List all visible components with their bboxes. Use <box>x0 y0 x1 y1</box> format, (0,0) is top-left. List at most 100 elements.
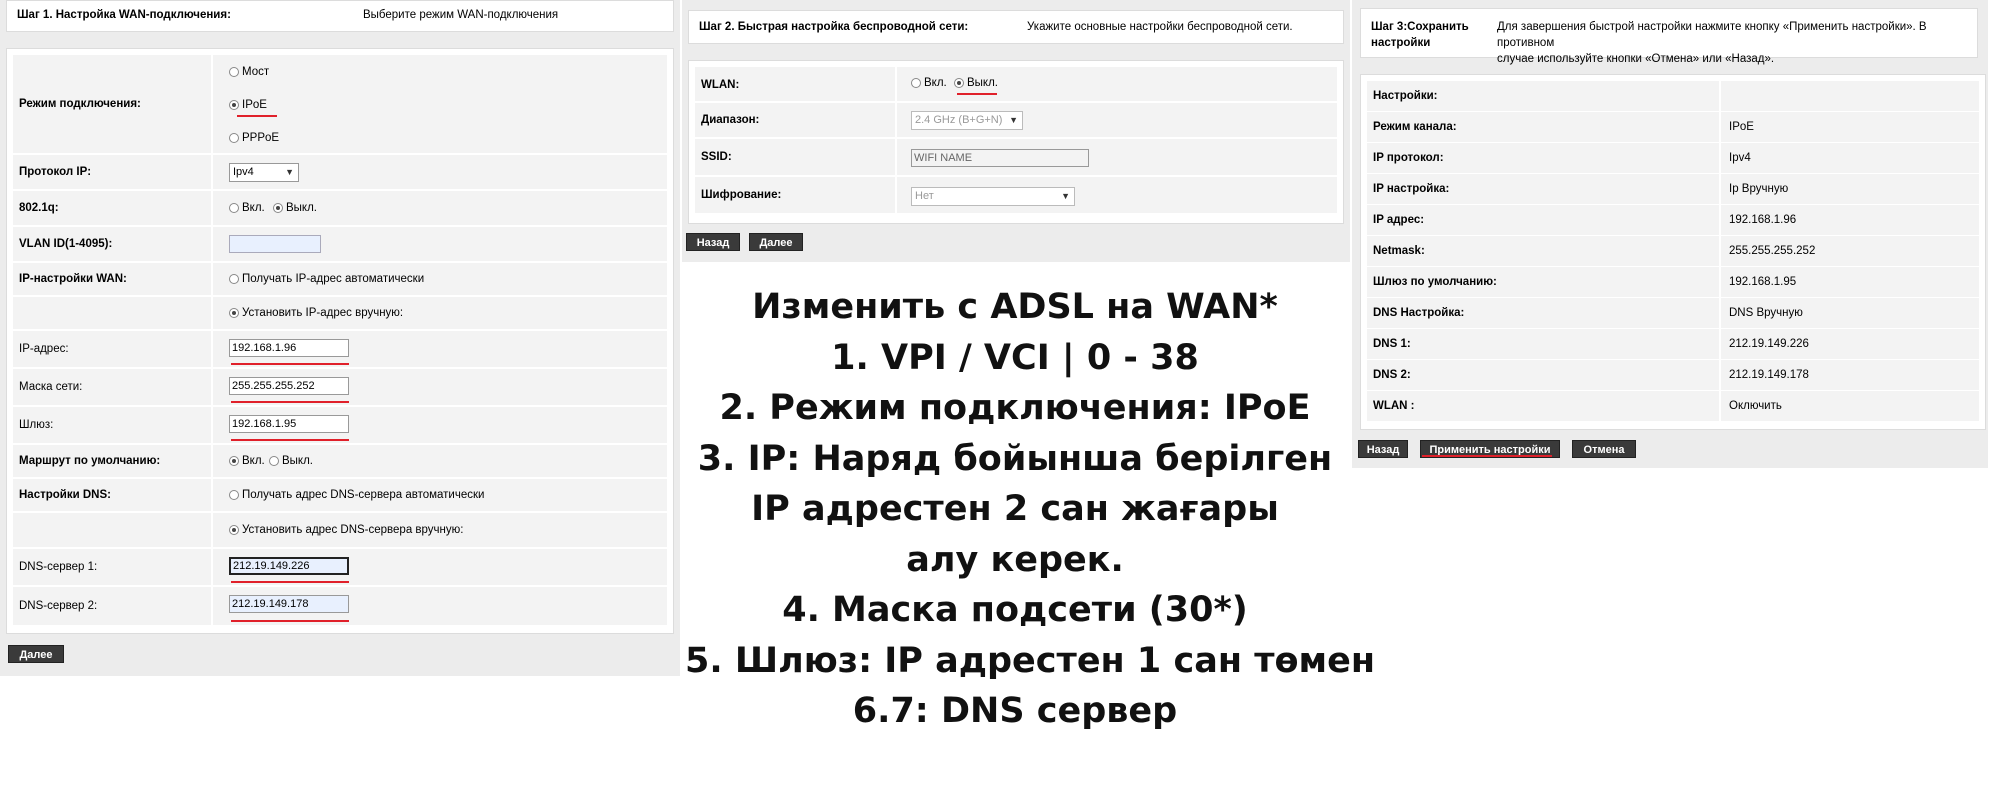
protocol-select[interactable]: Ipv4 ▼ <box>229 163 299 182</box>
summary-row: DNS 2: 212.19.149.178 <box>1367 360 1979 390</box>
dns1-row: DNS-сервер 1: 212.19.149.226 <box>13 549 667 585</box>
instruction-line: 2. Режим подключения: IPoE <box>719 388 1311 428</box>
summary-row: DNS 1: 212.19.149.226 <box>1367 329 1979 359</box>
instruction-line: 1. VPI / VCI | 0 - 38 <box>831 337 1199 378</box>
mask-input[interactable]: 255.255.255.252 <box>229 377 349 395</box>
step3-cancel-button[interactable]: Отмена <box>1572 440 1636 458</box>
gateway-row: Шлюз: 192.168.1.95 <box>13 407 667 443</box>
ssid-input[interactable]: WIFI NAME <box>911 149 1089 167</box>
dot1q-off[interactable]: Выкл. <box>273 202 317 214</box>
instruction-line: 6.7: DNS сервер <box>852 691 1178 731</box>
radio-icon <box>229 203 239 213</box>
step1-title: Шаг 1. Настройка WAN-подключения: <box>17 9 231 21</box>
step1-panel: Шаг 1. Настройка WAN-подключения: Выбери… <box>0 0 680 676</box>
step2-desc: Укажите основные настройки беспроводной … <box>1027 21 1293 33</box>
summary-label: DNS 1: <box>1373 338 1411 350</box>
dns2-label: DNS-сервер 2: <box>19 600 98 612</box>
band-select[interactable]: 2.4 GHz (B+G+N) ▼ <box>911 111 1023 130</box>
dns2-input[interactable]: 212.19.149.178 <box>229 595 349 613</box>
step3-title: Шаг 3:Сохранить настройки <box>1371 21 1469 49</box>
radio-icon <box>911 78 921 88</box>
summary-value: 255.255.255.252 <box>1729 245 1816 257</box>
instruction-line: алу керек. <box>906 539 1124 580</box>
vlan-label: VLAN ID(1-4095): <box>19 238 113 250</box>
wan-ip-auto-option[interactable]: Получать IP-адрес автоматически <box>229 273 424 285</box>
ipoe-underline <box>237 115 277 117</box>
summary-value: Ip Вручную <box>1729 183 1789 195</box>
summary-label: DNS 2: <box>1373 369 1411 381</box>
ip-row: IP-адрес: 192.168.1.96 <box>13 331 667 367</box>
mask-row: Маска сети: 255.255.255.252 <box>13 369 667 405</box>
step2-back-button[interactable]: Назад <box>686 233 740 251</box>
enc-row: Шифрование: Нет ▼ <box>695 177 1337 213</box>
wlan-off-underline <box>957 93 997 95</box>
wan-ip-label: IP-настройки WAN: <box>19 273 127 285</box>
mode-option-ipoe[interactable]: IPoE <box>229 99 267 111</box>
summary-label: Шлюз по умолчанию: <box>1373 276 1497 288</box>
summary-row: WLAN : Оключить <box>1367 391 1979 421</box>
gateway-input[interactable]: 192.168.1.95 <box>229 415 349 433</box>
summary-row: Настройки: <box>1367 81 1979 111</box>
enc-select[interactable]: Нет ▼ <box>911 187 1075 206</box>
vlan-input[interactable] <box>229 235 321 253</box>
summary-label: Netmask: <box>1373 245 1425 257</box>
dns-auto-option[interactable]: Получать адрес DNS-сервера автоматически <box>229 489 484 501</box>
apply-underline <box>1422 455 1552 457</box>
summary-value: 212.19.149.178 <box>1729 369 1809 381</box>
vlan-row: VLAN ID(1-4095): <box>13 227 667 261</box>
summary-row: DNS Настройка: DNS Вручную <box>1367 298 1979 328</box>
step3-back-button[interactable]: Назад <box>1358 440 1408 458</box>
step2-panel: Шаг 2. Быстрая настройка беспроводной се… <box>682 0 1350 262</box>
step2-next-button[interactable]: Далее <box>749 233 803 251</box>
ssid-row: SSID: WIFI NAME <box>695 139 1337 175</box>
band-label: Диапазон: <box>701 114 760 126</box>
step1-form: Режим подключения: Мост IPoE PPPoE Прото… <box>6 48 674 634</box>
instruction-line: 4. Маска подсети (30*) <box>782 590 1248 630</box>
step2-form: WLAN: Вкл. Выкл. Диапазон: 2.4 GHz (B+G+… <box>688 60 1344 224</box>
summary-label: IP настройка: <box>1373 183 1450 195</box>
step2-header: Шаг 2. Быстрая настройка беспроводной се… <box>688 10 1344 44</box>
dns-manual-option[interactable]: Установить адрес DNS-сервера вручную: <box>229 524 463 536</box>
wlan-off[interactable]: Выкл. <box>954 77 998 89</box>
summary-row: IP протокол: Ipv4 <box>1367 143 1979 173</box>
summary-value: Ipv4 <box>1729 152 1751 164</box>
mode-option-pppoe[interactable]: PPPoE <box>229 132 279 144</box>
step1-desc: Выберите режим WAN-подключения <box>363 9 559 21</box>
radio-icon <box>229 274 239 284</box>
chevron-down-icon: ▼ <box>1061 191 1070 201</box>
ip-input[interactable]: 192.168.1.96 <box>229 339 349 357</box>
summary-value: 192.168.1.96 <box>1729 214 1797 226</box>
dns-label: Настройки DNS: <box>19 489 111 501</box>
summary-label: IP протокол: <box>1373 152 1444 164</box>
default-route-row: Маршрут по умолчанию: Вкл. Выкл. <box>13 445 667 477</box>
enc-label: Шифрование: <box>701 189 782 201</box>
instruction-line: 3. IP: Наряд бойынша берілген <box>697 438 1333 479</box>
summary-row: IP адрес: 192.168.1.96 <box>1367 205 1979 235</box>
protocol-label: Протокол IP: <box>19 166 92 178</box>
radio-selected-icon <box>954 78 964 88</box>
instruction-line: Изменить с ADSL на WAN* <box>752 287 1278 327</box>
radio-selected-icon <box>229 456 239 466</box>
step1-next-button[interactable]: Далее <box>8 645 64 663</box>
wan-ip-manual-option[interactable]: Установить IP-адрес вручную: <box>229 307 403 319</box>
dns1-input[interactable]: 212.19.149.226 <box>229 557 349 575</box>
band-row: Диапазон: 2.4 GHz (B+G+N) ▼ <box>695 103 1337 137</box>
dot1q-on[interactable]: Вкл. <box>229 202 265 214</box>
chevron-down-icon: ▼ <box>285 167 294 177</box>
summary-label: DNS Настройка: <box>1373 307 1465 319</box>
mode-option-bridge[interactable]: Мост <box>229 66 269 78</box>
mode-label: Режим подключения: <box>19 98 141 110</box>
default-route-on[interactable]: Вкл. <box>229 455 265 467</box>
step3-summary: Настройки: Режим канала: IPoE IP протокол: I… <box>1360 74 1986 430</box>
summary-value: DNS Вручную <box>1729 307 1803 319</box>
summary-label: Настройки: <box>1373 90 1438 102</box>
wlan-row: WLAN: Вкл. Выкл. <box>695 67 1337 101</box>
mode-row: Режим подключения: Мост IPoE PPPoE <box>13 55 667 153</box>
wlan-on[interactable]: Вкл. <box>911 77 947 89</box>
default-route-off[interactable]: Выкл. <box>269 455 313 467</box>
summary-row: IP настройка: Ip Вручную <box>1367 174 1979 204</box>
dns-row: Настройки DNS: Получать адрес DNS-сервер… <box>13 479 667 511</box>
dot1q-row: 802.1q: Вкл. Выкл. <box>13 191 667 225</box>
dns2-underline <box>231 620 349 622</box>
radio-selected-icon <box>229 100 239 110</box>
